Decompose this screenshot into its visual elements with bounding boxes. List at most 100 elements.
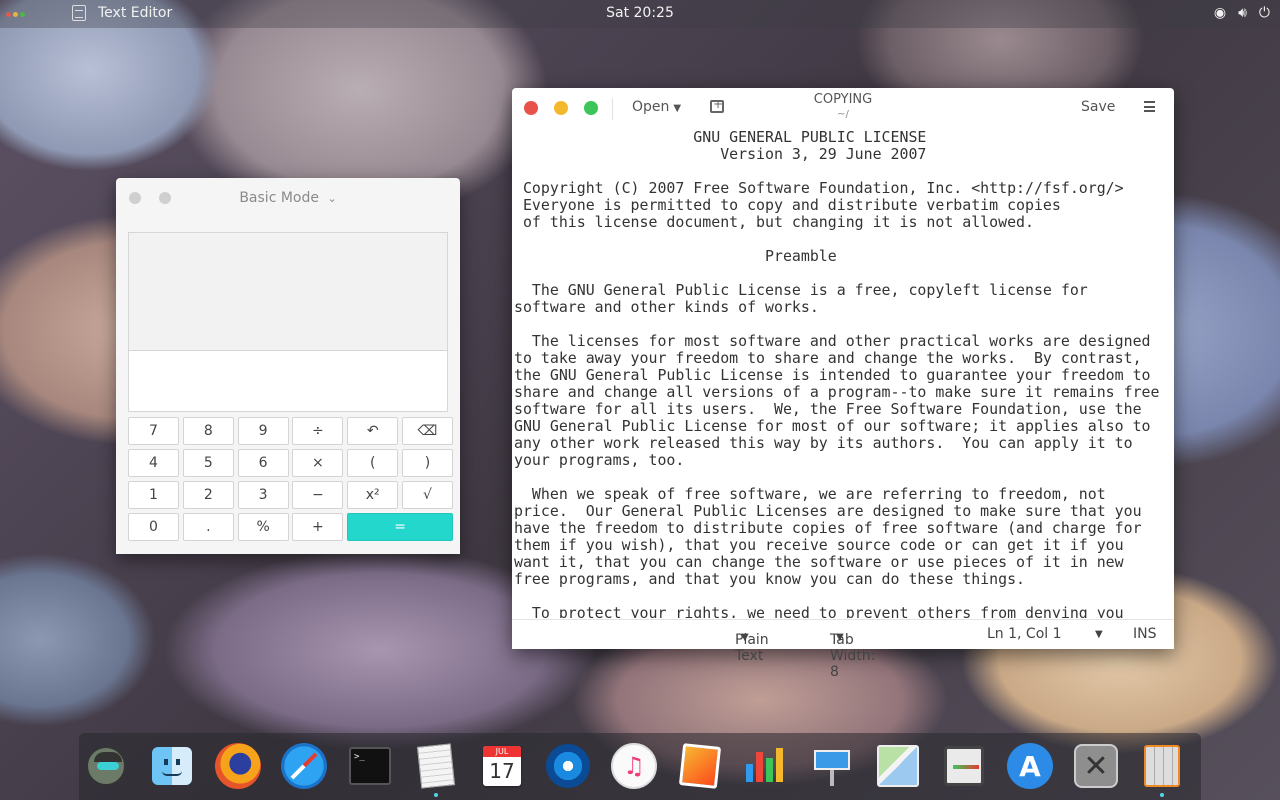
- text-line: [514, 469, 1174, 486]
- notes-icon[interactable]: [941, 743, 987, 789]
- save-button[interactable]: Save: [1081, 99, 1115, 115]
- calendar-day: 17: [489, 759, 515, 783]
- key-close-paren[interactable]: ): [401, 449, 453, 477]
- text-line: When we speak of free software, we are r…: [514, 485, 1106, 503]
- pages-icon[interactable]: [677, 743, 723, 789]
- system-settings-icon[interactable]: ✕: [1073, 743, 1119, 789]
- firefox-icon[interactable]: [215, 743, 261, 789]
- chevron-down-icon: ▼: [741, 632, 749, 643]
- key-8[interactable]: 8: [182, 417, 234, 445]
- text-line: [514, 265, 1174, 282]
- key-3[interactable]: 3: [237, 481, 289, 509]
- key-6[interactable]: 6: [237, 449, 289, 477]
- text-line: [514, 588, 1174, 605]
- finder-icon[interactable]: [149, 743, 195, 789]
- power-icon[interactable]: ⏻: [1259, 5, 1270, 21]
- text-line: them if you wish), that you receive sour…: [514, 536, 1124, 554]
- key-multiply[interactable]: ×: [292, 449, 344, 477]
- mode-label: Basic Mode: [239, 190, 319, 206]
- calculator-header: Basic Mode ⌄: [116, 178, 460, 218]
- calculator-history: [129, 233, 447, 351]
- calculator-display: [128, 232, 448, 412]
- text-line: any other work released this way by its …: [514, 434, 1133, 452]
- key-0[interactable]: 0: [128, 513, 179, 541]
- system-tray: ◉ 🔊︎ ⏻: [1214, 5, 1270, 21]
- running-indicator: [434, 793, 438, 797]
- key-7[interactable]: 7: [128, 417, 179, 445]
- mode-selector[interactable]: Basic Mode ⌄: [116, 190, 460, 206]
- text-line: price. Our General Public Licenses are d…: [514, 502, 1142, 520]
- editor-headerbar: Open▼ COPYING ~/ Save: [512, 88, 1174, 128]
- key-sqrt[interactable]: √: [401, 481, 453, 509]
- text-line: [514, 163, 1174, 180]
- calculator-keypad: 7 8 9 ÷ ↶ ⌫ 4 5 6 ×() 1 2 3− x² √ 0.% + =: [128, 417, 453, 541]
- clock[interactable]: Sat 20:25: [0, 5, 1280, 21]
- top-panel: Text Editor Sat 20:25 ◉ 🔊︎ ⏻: [0, 0, 1280, 28]
- numbers-icon[interactable]: [743, 743, 789, 789]
- running-indicator: [1160, 793, 1164, 797]
- key-decimal[interactable]: .: [182, 513, 234, 541]
- document-path: ~/: [837, 109, 849, 120]
- text-line: [514, 231, 1174, 248]
- user-avatar-icon[interactable]: [83, 743, 129, 789]
- backspace-key[interactable]: ⌫: [401, 417, 453, 445]
- text-line: your programs, too.: [514, 451, 685, 469]
- document-title: COPYING: [813, 92, 873, 107]
- text-content[interactable]: GNU GENERAL PUBLIC LICENSE Version 3, 29…: [512, 128, 1174, 619]
- key-1[interactable]: 1: [128, 481, 179, 509]
- text-line: GNU GENERAL PUBLIC LICENSE: [514, 128, 927, 146]
- text-line: Version 3, 29 June 2007: [514, 145, 927, 163]
- terminal-icon[interactable]: >_: [347, 743, 393, 789]
- key-open-paren[interactable]: (: [347, 449, 399, 477]
- browser-icon[interactable]: [545, 743, 591, 789]
- text-line: The GNU General Public License is a free…: [514, 281, 1088, 299]
- dock: >_ JUL 17 ♫ A ✕: [79, 733, 1201, 800]
- key-square[interactable]: x²: [347, 481, 399, 509]
- insert-mode[interactable]: INS: [1133, 626, 1157, 642]
- safari-icon[interactable]: [281, 743, 327, 789]
- chevron-down-icon: ▼: [836, 632, 844, 643]
- undo-key[interactable]: ↶: [347, 417, 399, 445]
- text-line: Everyone is permitted to copy and distri…: [514, 196, 1061, 214]
- key-2[interactable]: 2: [182, 481, 234, 509]
- key-plus[interactable]: +: [292, 513, 344, 541]
- calendar-month: JUL: [483, 746, 521, 757]
- network-icon[interactable]: ◉: [1214, 5, 1226, 21]
- key-equals[interactable]: =: [347, 513, 453, 541]
- calendar-icon[interactable]: JUL 17: [479, 743, 525, 789]
- key-9[interactable]: 9: [237, 417, 289, 445]
- key-divide[interactable]: ÷: [292, 417, 344, 445]
- calculator-input[interactable]: [129, 351, 447, 411]
- text-line: Preamble: [514, 247, 837, 265]
- keynote-icon[interactable]: [809, 743, 855, 789]
- text-line: share and change all versions of a progr…: [514, 383, 1160, 401]
- text-line: The licenses for most software and other…: [514, 332, 1151, 350]
- cursor-position[interactable]: Ln 1, Col 1: [987, 626, 1062, 642]
- text-line: the GNU General Public License is intend…: [514, 366, 1151, 384]
- text-editor-icon[interactable]: [413, 743, 459, 797]
- text-line: want it, that you can change the softwar…: [514, 553, 1124, 571]
- text-line: of this license document, but changing i…: [514, 213, 1034, 231]
- music-icon[interactable]: ♫: [611, 743, 657, 789]
- text-line: software for all its users. We, the Free…: [514, 400, 1142, 418]
- text-line: GNU General Public License for most of o…: [514, 417, 1151, 435]
- text-line: Copyright (C) 2007 Free Software Foundat…: [514, 179, 1124, 197]
- calculator-icon[interactable]: [1139, 743, 1185, 797]
- text-line: software and other kinds of works.: [514, 298, 819, 316]
- maps-icon[interactable]: [875, 743, 921, 789]
- menu-icon[interactable]: [1144, 101, 1155, 112]
- status-bar: Plain Text ▼ Tab Width: 8 ▼ Ln 1, Col 1 ▼ …: [512, 619, 1174, 680]
- key-4[interactable]: 4: [128, 449, 179, 477]
- text-line: have the freedom to distribute copies of…: [514, 519, 1142, 537]
- text-editor-window: Open▼ COPYING ~/ Save GNU GENERAL PUBLIC…: [512, 88, 1174, 680]
- text-line: To protect your rights, we need to preve…: [514, 604, 1124, 619]
- key-minus[interactable]: −: [292, 481, 344, 509]
- text-line: [514, 316, 1174, 333]
- volume-icon[interactable]: 🔊︎: [1238, 5, 1247, 21]
- text-line: free programs, and that you know you can…: [514, 570, 1026, 588]
- app-store-icon[interactable]: A: [1007, 743, 1053, 789]
- key-percent[interactable]: %: [237, 513, 289, 541]
- key-5[interactable]: 5: [182, 449, 234, 477]
- calculator-window: Basic Mode ⌄ 7 8 9 ÷ ↶ ⌫ 4 5 6 ×() 1 2 3− x² √ 0.% + =: [116, 178, 460, 554]
- chevron-down-icon[interactable]: ▼: [1095, 629, 1103, 640]
